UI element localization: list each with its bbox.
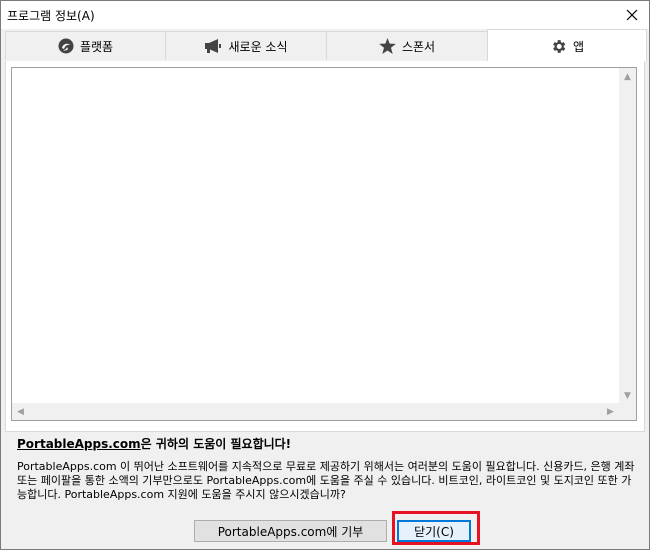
tab-news-label: 새로운 소식	[228, 39, 288, 54]
scroll-down-arrow-icon[interactable]: ▼	[619, 387, 636, 404]
tab-sponsors-label: 스폰서	[401, 39, 436, 54]
donate-section: PortableApps.com은 귀하의 도움이 필요합니다! Portabl…	[17, 435, 637, 502]
megaphone-icon	[205, 39, 222, 53]
gear-icon	[553, 39, 566, 53]
scroll-corner	[619, 403, 636, 420]
window-title: 프로그램 정보(A)	[7, 9, 95, 23]
tab-strip: 플랫폼 새로운 소식 스폰서 앱	[5, 29, 647, 62]
donate-heading: PortableApps.com은 귀하의 도움이 필요합니다!	[17, 435, 637, 452]
scroll-up-arrow-icon[interactable]: ▲	[619, 68, 636, 85]
tab-news[interactable]: 새로운 소식	[165, 31, 327, 60]
close-window-button[interactable]	[617, 1, 647, 29]
star-icon	[379, 38, 396, 54]
close-button[interactable]: 닫기(C)	[397, 520, 471, 542]
donate-button[interactable]: PortableApps.com에 기부	[194, 520, 387, 542]
portableapps-link[interactable]: PortableApps.com	[17, 437, 141, 451]
scroll-left-arrow-icon[interactable]: ◀	[12, 403, 29, 420]
donate-heading-text: 은 귀하의 도움이 필요합니다!	[140, 437, 292, 451]
tab-sponsors[interactable]: 스폰서	[326, 31, 488, 60]
portableapps-logo-icon	[58, 38, 74, 54]
horizontal-scrollbar[interactable]: ◀ ▶	[12, 403, 619, 420]
about-dialog: 프로그램 정보(A) 플랫폼 새로운 소식 스폰서 앱 ▲ ▼ ◀ ▶ Port…	[0, 0, 650, 550]
title-bar: 프로그램 정보(A)	[1, 1, 649, 29]
tab-apps[interactable]: 앱	[487, 29, 647, 62]
scroll-right-arrow-icon[interactable]: ▶	[602, 403, 619, 420]
tab-apps-label: 앱	[572, 39, 585, 54]
donate-body-text: PortableApps.com 이 뛰어난 소프트웨어를 지속적으로 무료로 …	[17, 460, 635, 501]
apps-info-textbox[interactable]: ▲ ▼ ◀ ▶	[11, 67, 637, 421]
tab-platform[interactable]: 플랫폼	[5, 31, 166, 60]
tab-content-panel: ▲ ▼ ◀ ▶	[5, 61, 645, 432]
vertical-scrollbar[interactable]: ▲ ▼	[619, 68, 636, 404]
tab-platform-label: 플랫폼	[79, 39, 114, 54]
close-icon	[626, 9, 638, 21]
